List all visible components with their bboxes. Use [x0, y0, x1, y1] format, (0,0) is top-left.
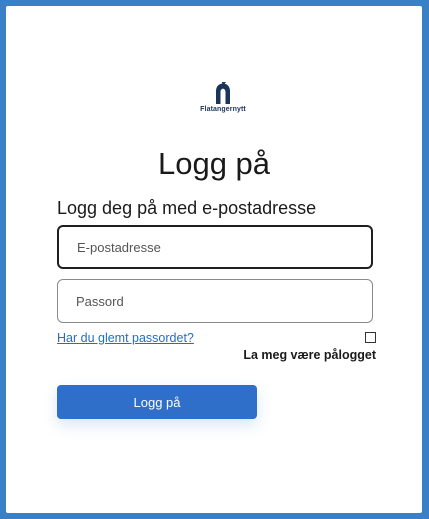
remember-me-label: La meg være pålogget	[243, 348, 376, 362]
page-title: Logg på	[157, 146, 271, 181]
password-field-wrapper	[57, 279, 373, 323]
email-field[interactable]	[59, 227, 371, 267]
password-field[interactable]	[58, 280, 372, 322]
brand-logo: Flatangernytt	[188, 82, 258, 113]
login-button[interactable]: Logg på	[57, 385, 257, 419]
forgot-password-link[interactable]: Har du glemt passordet?	[57, 331, 194, 345]
remember-me-checkbox[interactable]	[365, 332, 376, 343]
login-subtitle: Logg deg på med e-postadresse	[57, 198, 317, 218]
login-card: Flatangernytt Logg på Logg deg på med e-…	[6, 6, 422, 513]
brand-logo-icon	[216, 82, 230, 104]
brand-name: Flatangernytt	[200, 106, 246, 113]
email-field-wrapper	[57, 225, 373, 269]
